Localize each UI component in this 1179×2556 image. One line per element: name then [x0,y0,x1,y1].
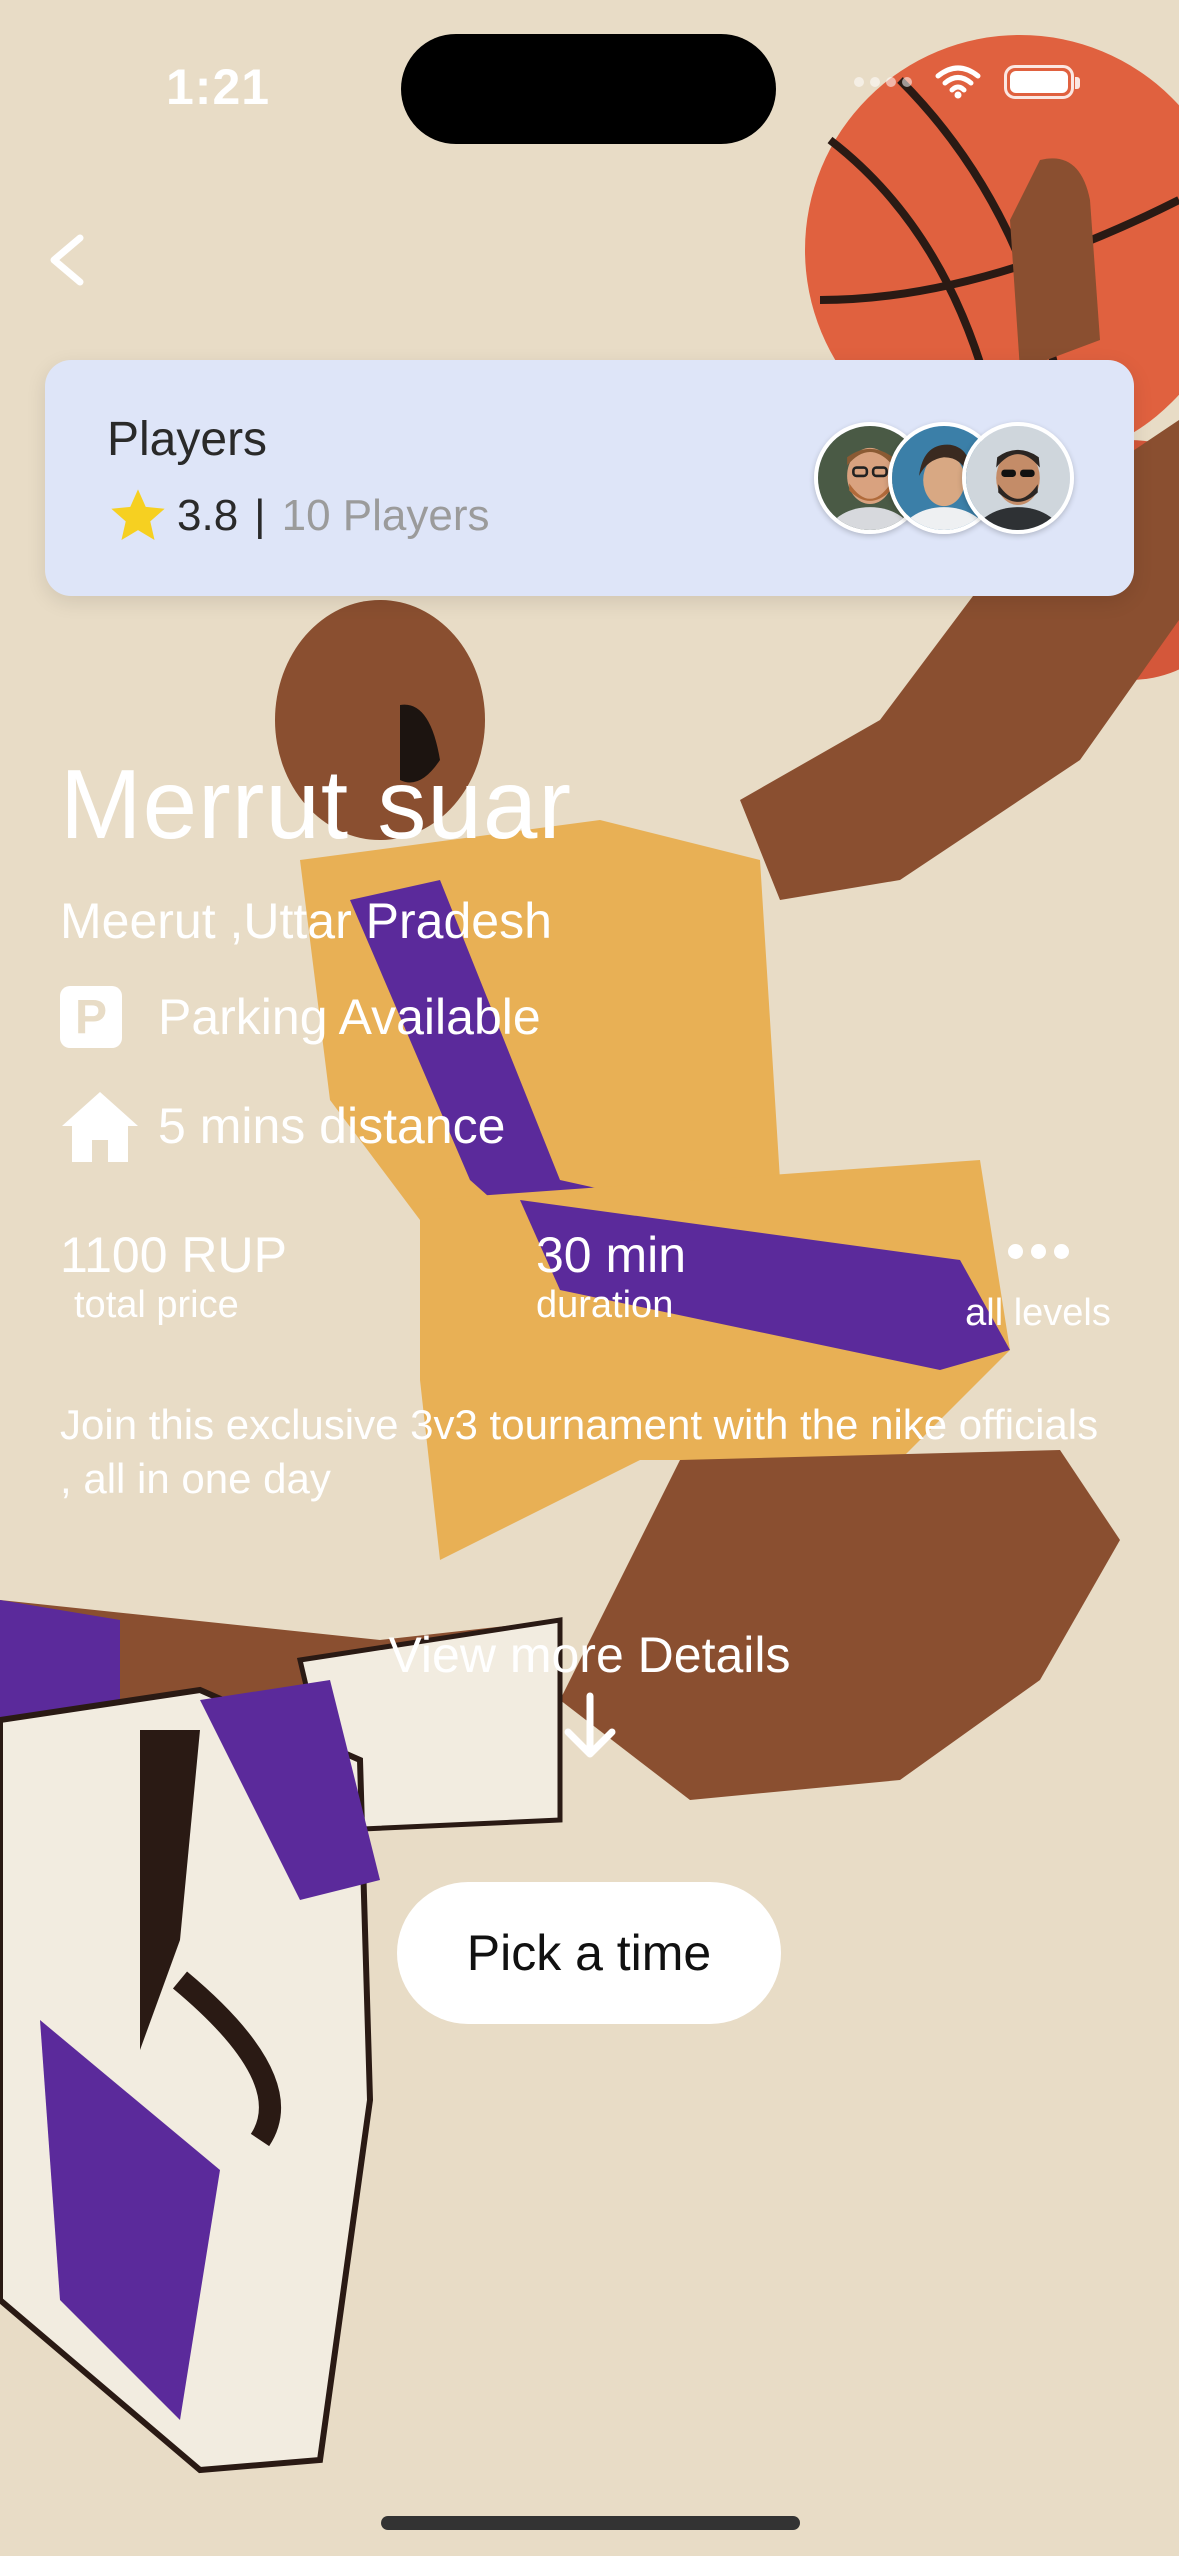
duration-value: 30 min [536,1227,687,1283]
chevron-left-icon [50,234,84,286]
players-title: Players [107,413,268,466]
rating-row: 3.8 | 10 Players [105,484,490,548]
signal-icon [854,77,912,87]
price-stat: 1100 RUP total price [60,1226,287,1327]
parking-row: P Parking Available [60,986,541,1048]
rating-separator: | [254,491,266,540]
status-time: 1:21 [166,59,271,115]
players-count: 10 Players [281,491,490,540]
screen: 1:21 Players 3.8 | 10 Players Merrut sua… [0,0,1179,2556]
view-more-details-link[interactable]: View more Details [0,1626,1179,1762]
duration-label: duration [536,1284,674,1326]
rating-value: 3.8 [177,491,239,540]
stats-row: 1100 RUP total price 30 min duration all… [60,1226,1120,1346]
status-icons [854,64,1080,100]
wifi-icon [935,65,981,99]
venue-title: Merrut suar [60,749,573,859]
distance-label: 5 mins distance [158,1098,506,1154]
back-button[interactable] [38,220,108,300]
battery-icon [1004,65,1080,99]
levels-label: all levels [965,1292,1111,1334]
view-more-label: View more Details [388,1627,791,1683]
price-label: total price [74,1284,239,1326]
distance-row: 5 mins distance [60,1088,505,1164]
description: Join this exclusive 3v3 tournament with … [60,1401,1099,1502]
home-icon [62,1092,138,1162]
parking-icon: P [60,986,122,1048]
levels-stat: all levels [948,1226,1128,1335]
venue-location: Meerut ,Uttar Pradesh [60,893,552,949]
dynamic-island [401,34,776,144]
duration-stat: 30 min duration [536,1226,686,1327]
price-value: 1100 RUP [60,1227,287,1283]
home-indicator[interactable] [381,2516,800,2530]
pick-a-time-button[interactable]: Pick a time [397,1882,781,2024]
players-card[interactable]: Players 3.8 | 10 Players [45,360,1134,596]
player-avatar-3-icon [966,426,1070,530]
star-icon [111,489,165,540]
more-dots-icon [948,1226,1128,1276]
avatar[interactable] [962,422,1074,534]
parking-label: Parking Available [158,989,541,1045]
player-avatars[interactable] [814,422,1074,534]
arrow-down-icon [564,1692,615,1758]
